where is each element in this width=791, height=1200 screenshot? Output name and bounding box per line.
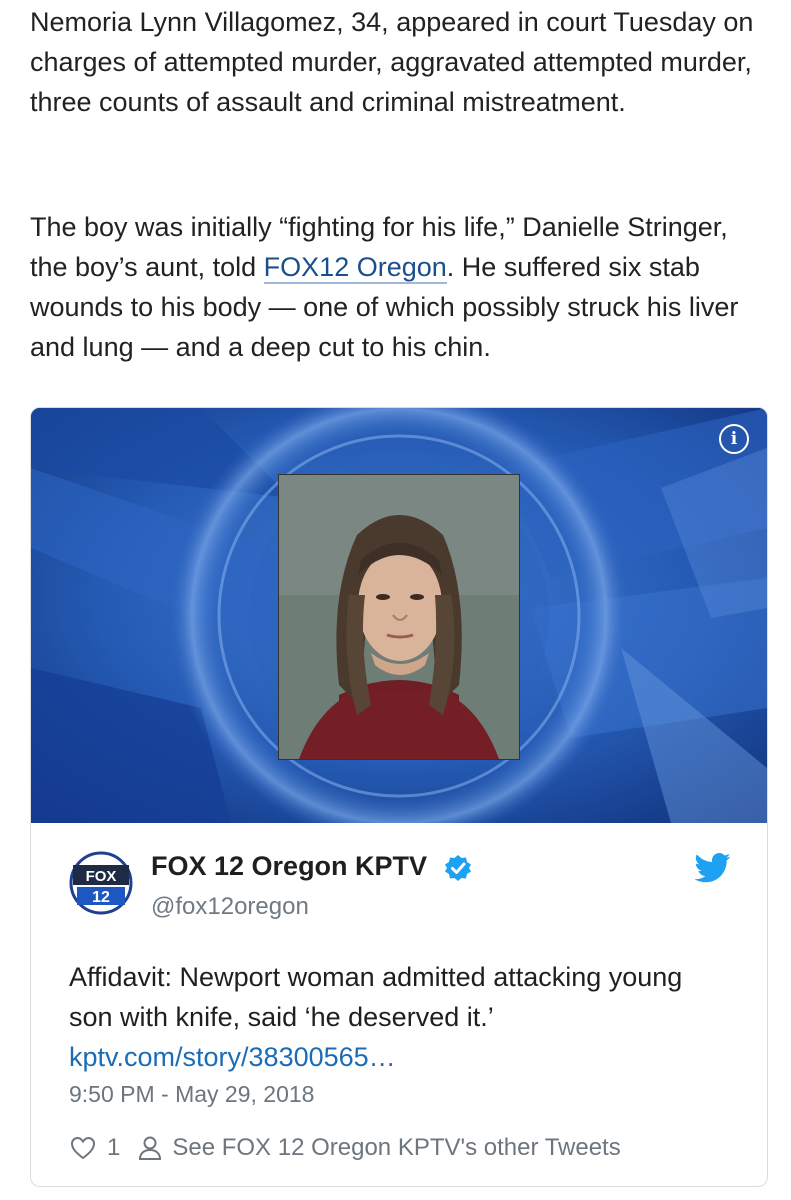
tweet-body: FOX 12 FOX 12 Oregon KPTV @fox12oregon A… <box>31 823 767 1186</box>
account-handle[interactable]: @fox12oregon <box>151 893 309 921</box>
embedded-tweet-card[interactable]: i FOX 12 FOX 12 Oregon KPTV @fox12oregon… <box>30 407 768 1187</box>
tweet-actions: 1 See FOX 12 Oregon KPTV's other Tweets <box>69 1134 621 1162</box>
tweet-media-image[interactable]: i <box>31 408 767 823</box>
like-count: 1 <box>107 1134 121 1161</box>
heart-icon[interactable] <box>69 1134 97 1162</box>
tweet-story-link[interactable]: kptv.com/story/38300565… <box>69 1042 396 1072</box>
svg-text:12: 12 <box>92 889 110 906</box>
tweet-text: Affidavit: Newport woman admitted attack… <box>69 957 729 1077</box>
account-display-name[interactable]: FOX 12 Oregon KPTV <box>151 851 427 882</box>
mugshot-photo <box>278 474 520 760</box>
article-paragraph-1: Nemoria Lynn Villagomez, 34, appeared in… <box>30 7 754 117</box>
info-icon[interactable]: i <box>719 424 749 454</box>
twitter-bird-icon[interactable] <box>695 853 731 883</box>
tweet-timestamp[interactable]: 9:50 PM - May 29, 2018 <box>69 1081 314 1108</box>
verified-badge-icon <box>445 855 471 881</box>
fox12-oregon-link[interactable]: FOX12 Oregon <box>263 252 447 284</box>
tweet-text-content: Affidavit: Newport woman admitted attack… <box>69 962 683 1032</box>
person-icon <box>139 1136 162 1160</box>
see-other-tweets-link[interactable]: See FOX 12 Oregon KPTV's other Tweets <box>172 1134 620 1162</box>
fox12-avatar-logo[interactable]: FOX 12 <box>69 851 133 915</box>
article-paragraph-2: The boy was initially “fighting for his … <box>30 207 770 367</box>
svg-text:FOX: FOX <box>86 868 117 885</box>
